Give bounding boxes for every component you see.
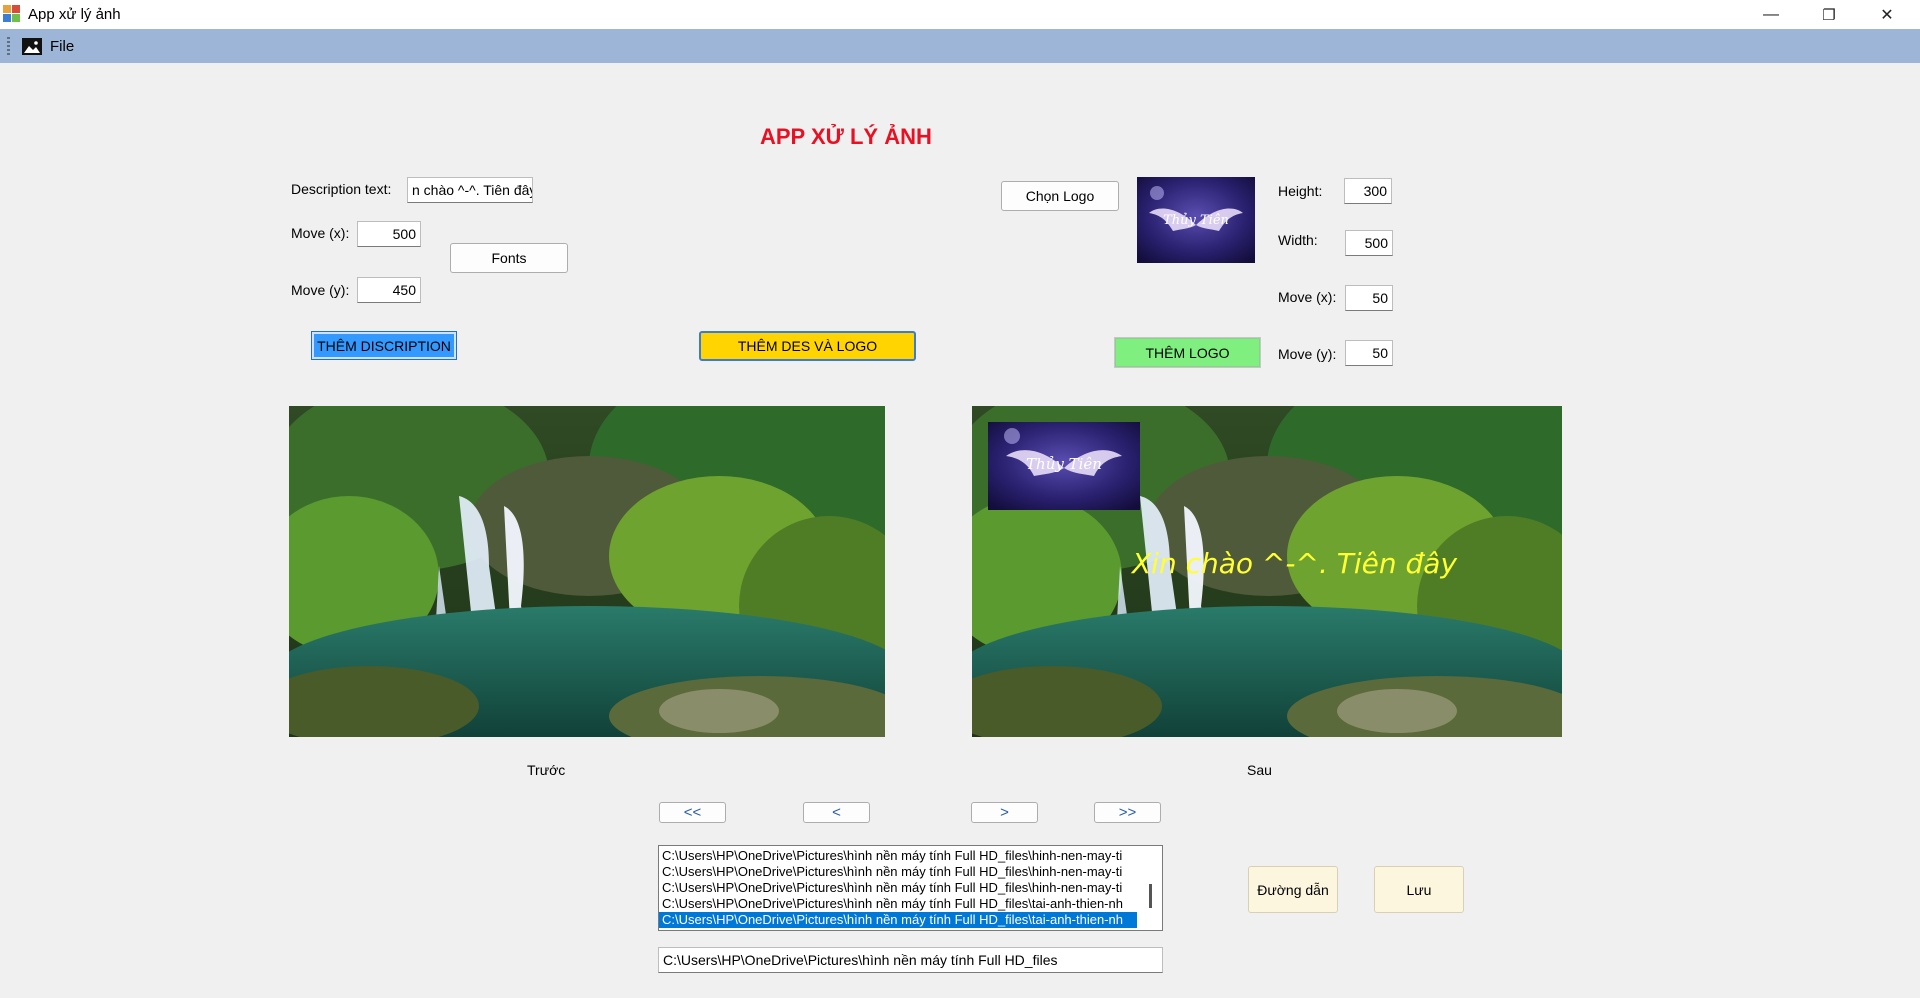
file-menu[interactable]: File [18, 34, 78, 58]
first-image-button[interactable]: << [659, 802, 726, 823]
after-label: Sau [1247, 762, 1272, 778]
last-image-button[interactable]: >> [1094, 802, 1161, 823]
close-button[interactable]: ✕ [1858, 0, 1916, 29]
list-item-selected[interactable]: C:\Users\HP\OneDrive\Pictures\hình nền m… [659, 912, 1137, 928]
page-title: APP XỬ LÝ ẢNH [760, 124, 932, 149]
move-x-label: Move (x): [291, 225, 350, 241]
overlay-description-text: Xin chào ^-^. Tiên đây [1130, 547, 1457, 580]
add-description-button[interactable]: THÊM DISCRIPTION [311, 331, 457, 360]
add-description-and-logo-button[interactable]: THÊM DES VÀ LOGO [699, 331, 916, 361]
path-button[interactable]: Đường dẫn [1248, 866, 1338, 913]
restore-button[interactable]: ❐ [1800, 0, 1858, 29]
logo-move-y-input[interactable]: 50 [1345, 340, 1393, 366]
list-item[interactable]: C:\Users\HP\OneDrive\Pictures\hình nền m… [659, 864, 1137, 880]
logo-width-input[interactable]: 500 [1345, 230, 1393, 256]
file-list[interactable]: C:\Users\HP\OneDrive\Pictures\hình nền m… [658, 845, 1163, 931]
next-image-button[interactable]: > [971, 802, 1038, 823]
logo-preview: Thủy Tiên [1137, 177, 1255, 263]
waterfall-image-edited: Thủy Tiên Xin chào ^-^. Tiên đây [972, 406, 1562, 737]
minimize-button[interactable]: — [1742, 0, 1800, 29]
logo-move-x-input[interactable]: 50 [1345, 285, 1393, 311]
logo-move-x-label: Move (x): [1278, 289, 1337, 305]
previous-image-button[interactable]: < [803, 802, 870, 823]
toolbar-grip[interactable] [7, 37, 10, 55]
add-logo-button[interactable]: THÊM LOGO [1114, 337, 1261, 368]
description-text-input[interactable]: n chào ^-^. Tiên đây [407, 177, 533, 203]
logo-height-input[interactable]: 300 [1344, 178, 1392, 204]
folder-path-input[interactable]: C:\Users\HP\OneDrive\Pictures\hình nền m… [658, 947, 1163, 973]
logo-preview-image: Thủy Tiên [1137, 177, 1255, 263]
before-label: Trước [527, 762, 566, 778]
logo-preview-text: Thủy Tiên [1163, 213, 1229, 228]
description-move-y-input[interactable]: 450 [357, 277, 421, 303]
overlay-logo: Thủy Tiên [988, 422, 1140, 510]
save-button[interactable]: Lưu [1374, 866, 1464, 913]
list-item[interactable]: C:\Users\HP\OneDrive\Pictures\hình nền m… [659, 848, 1137, 864]
before-image [289, 406, 885, 737]
list-item[interactable]: C:\Users\HP\OneDrive\Pictures\hình nền m… [659, 880, 1137, 896]
after-image: Thủy Tiên Xin chào ^-^. Tiên đây [972, 406, 1562, 737]
logo-move-y-label: Move (y): [1278, 346, 1337, 362]
choose-logo-button[interactable]: Chọn Logo [1001, 181, 1119, 211]
app-icon [3, 5, 21, 23]
height-label: Height: [1278, 183, 1323, 199]
menu-bar: File [0, 29, 1920, 63]
waterfall-image [289, 406, 885, 737]
window-title: App xử lý ảnh [28, 6, 121, 23]
title-bar: App xử lý ảnh — ❐ ✕ [0, 0, 1920, 29]
file-menu-label: File [50, 37, 75, 55]
fonts-button[interactable]: Fonts [450, 243, 568, 273]
move-y-label: Move (y): [291, 282, 350, 298]
overlay-logo-text: Thủy Tiên [1026, 455, 1102, 473]
image-icon [22, 37, 42, 55]
list-item[interactable]: C:\Users\HP\OneDrive\Pictures\hình nền m… [659, 896, 1137, 912]
description-text-label: Description text: [291, 181, 392, 197]
width-label: Width: [1278, 232, 1318, 248]
list-scrollbar-thumb[interactable] [1149, 884, 1152, 908]
description-move-x-input[interactable]: 500 [357, 221, 421, 247]
